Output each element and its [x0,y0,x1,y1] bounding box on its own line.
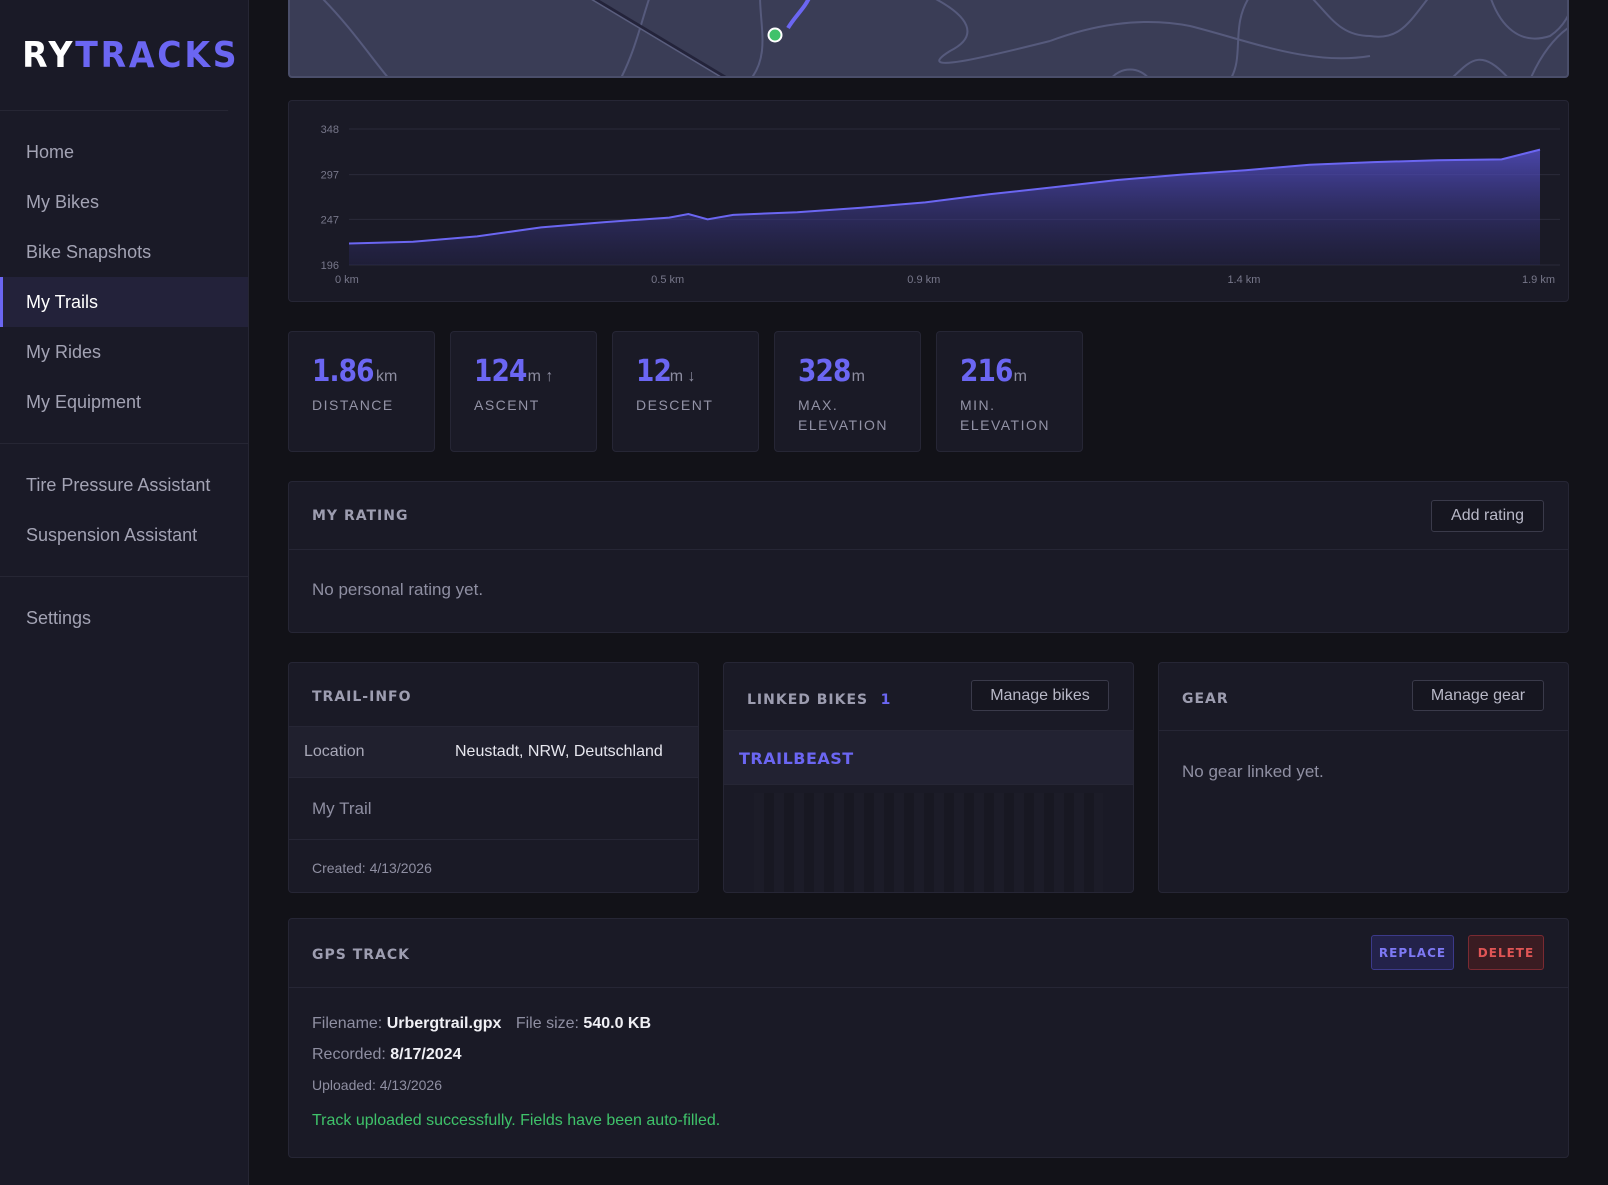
stat-value: 12 [636,354,672,389]
divider [289,549,1568,550]
map-track-line [786,0,811,30]
x-tick-label: 0.9 km [907,274,940,286]
stat-ascent: 124m ↑ ASCENT [450,331,597,452]
x-tick-label: 0.5 km [651,274,684,286]
elevation-chart[interactable]: 348 297 247 196 0 km 0.5 km 0.9 km 1.4 km 1.9 k… [289,101,1570,303]
app-logo[interactable]: RY TRACKS [0,0,237,111]
y-tick-label: 297 [321,170,339,182]
sidebar-item-my-trails[interactable]: My Trails [0,277,248,327]
upload-success-message: Track uploaded successfully. Fields have… [312,1112,721,1129]
filesize-label: File size: [515,1015,579,1032]
stat-max-elevation: 328m MAX. ELEVATION [774,331,921,452]
filename-label: Filename: [312,1015,383,1032]
linked-bikes-count: 1 [880,692,892,708]
filesize-value: 540.0 KB [583,1015,652,1032]
stat-label: DISTANCE [312,397,394,413]
trail-name: My Trail [312,799,372,818]
sidebar-item-my-bikes[interactable]: My Bikes [0,177,248,227]
trail-info-card: TRAIL-INFO Location Neustadt, NRW, Deuts… [288,662,699,893]
location-row: Location Neustadt, NRW, Deutschland [289,727,698,777]
divider [724,784,1133,785]
x-tick-label: 0 km [335,274,359,286]
stat-value: 328 [798,354,851,389]
x-tick-label: 1.9 km [1522,274,1555,286]
bike-image-placeholder [754,793,1103,892]
stat-value: 216 [960,354,1013,389]
replace-track-button[interactable]: REPLACE [1371,935,1454,970]
divider [1159,730,1568,731]
stat-label: ASCENT [474,397,540,413]
stat-distance: 1.86 km DISTANCE [288,331,435,452]
trail-created-date: Created: 4/13/2026 [312,860,432,876]
stat-label: MAX. ELEVATION [798,397,889,433]
linked-bikes-header: LINKED BIKES 1 [747,691,891,709]
stat-label: MIN. ELEVATION [960,397,1051,433]
y-tick-label: 247 [321,214,339,226]
stat-unit: km [376,368,398,385]
nav-group-settings: Settings [0,577,248,659]
recorded-value: 8/17/2024 [390,1046,462,1063]
delete-track-button[interactable]: DELETE [1468,935,1544,970]
filename-value: Urbergtrail.gpx [386,1015,502,1032]
gear-empty-text: No gear linked yet. [1182,762,1324,781]
add-rating-button[interactable]: Add rating [1431,500,1544,532]
gps-track-title: GPS TRACK [312,947,410,963]
uploaded-date: Uploaded: 4/13/2026 [312,1077,442,1093]
divider [289,777,698,778]
logo-text-ry: RY [22,34,76,76]
map-canvas [322,0,1567,76]
bike-list-item[interactable]: TRAILBEAST [724,731,1133,784]
recorded-label: Recorded: [312,1046,386,1063]
sidebar-item-my-equipment[interactable]: My Equipment [0,377,248,427]
divider [289,839,698,840]
trail-info-title: TRAIL-INFO [312,689,412,705]
divider [289,987,1568,988]
stat-value: 124 [474,354,527,389]
sidebar-item-my-rides[interactable]: My Rides [0,327,248,377]
stat-unit: m ↓ [669,368,696,385]
gear-card: GEAR Manage gear No gear linked yet. [1158,662,1569,893]
stat-value: 1.86 [312,354,375,389]
rating-card: MY RATING Add rating No personal rating … [288,481,1569,633]
gps-track-card: GPS TRACK REPLACE DELETE Filename: Urber… [288,918,1569,1158]
stat-unit: m [1013,368,1027,385]
stat-unit: m ↑ [527,368,554,385]
y-tick-label: 196 [321,260,339,272]
linked-bikes-title: LINKED BIKES [747,692,869,708]
rating-title: MY RATING [312,508,409,524]
x-tick-label: 1.4 km [1227,274,1260,286]
sidebar-item-settings[interactable]: Settings [0,593,248,643]
track-recorded-info: Recorded: 8/17/2024 [312,1046,461,1064]
trail-map[interactable] [288,0,1569,78]
elevation-area [349,149,1540,265]
stat-label: DESCENT [636,397,714,413]
nav-group-assistants: Tire Pressure Assistant Suspension Assis… [0,444,248,577]
sidebar-item-tire-pressure[interactable]: Tire Pressure Assistant [0,460,248,510]
elevation-profile-card: 348 297 247 196 0 km 0.5 km 0.9 km 1.4 km 1.9 k… [288,100,1569,302]
stat-min-elevation: 216m MIN. ELEVATION [936,331,1083,452]
sidebar-item-home[interactable]: Home [0,127,248,177]
manage-bikes-button[interactable]: Manage bikes [971,680,1109,711]
bike-name: TRAILBEAST [739,749,854,768]
track-start-marker [767,27,783,43]
rating-empty-text: No personal rating yet. [312,580,484,599]
gear-title: GEAR [1182,691,1229,707]
stat-unit: m [851,368,865,385]
nav-group-main: Home My Bikes Bike Snapshots My Trails M… [0,111,248,444]
track-file-info: Filename: Urbergtrail.gpx File size: 540… [312,1015,651,1033]
location-label: Location [304,743,365,760]
logo-text-tracks: TRACKS [75,34,240,76]
manage-gear-button[interactable]: Manage gear [1412,680,1544,711]
sidebar-item-bike-snapshots[interactable]: Bike Snapshots [0,227,248,277]
linked-bikes-card: LINKED BIKES 1 Manage bikes TRAILBEAST [723,662,1134,893]
stat-descent: 12m ↓ DESCENT [612,331,759,452]
y-tick-label: 348 [321,124,339,136]
location-value: Neustadt, NRW, Deutschland [455,743,663,760]
sidebar: RY TRACKS Home My Bikes Bike Snapshots My… [0,0,249,1185]
sidebar-item-suspension[interactable]: Suspension Assistant [0,510,248,560]
